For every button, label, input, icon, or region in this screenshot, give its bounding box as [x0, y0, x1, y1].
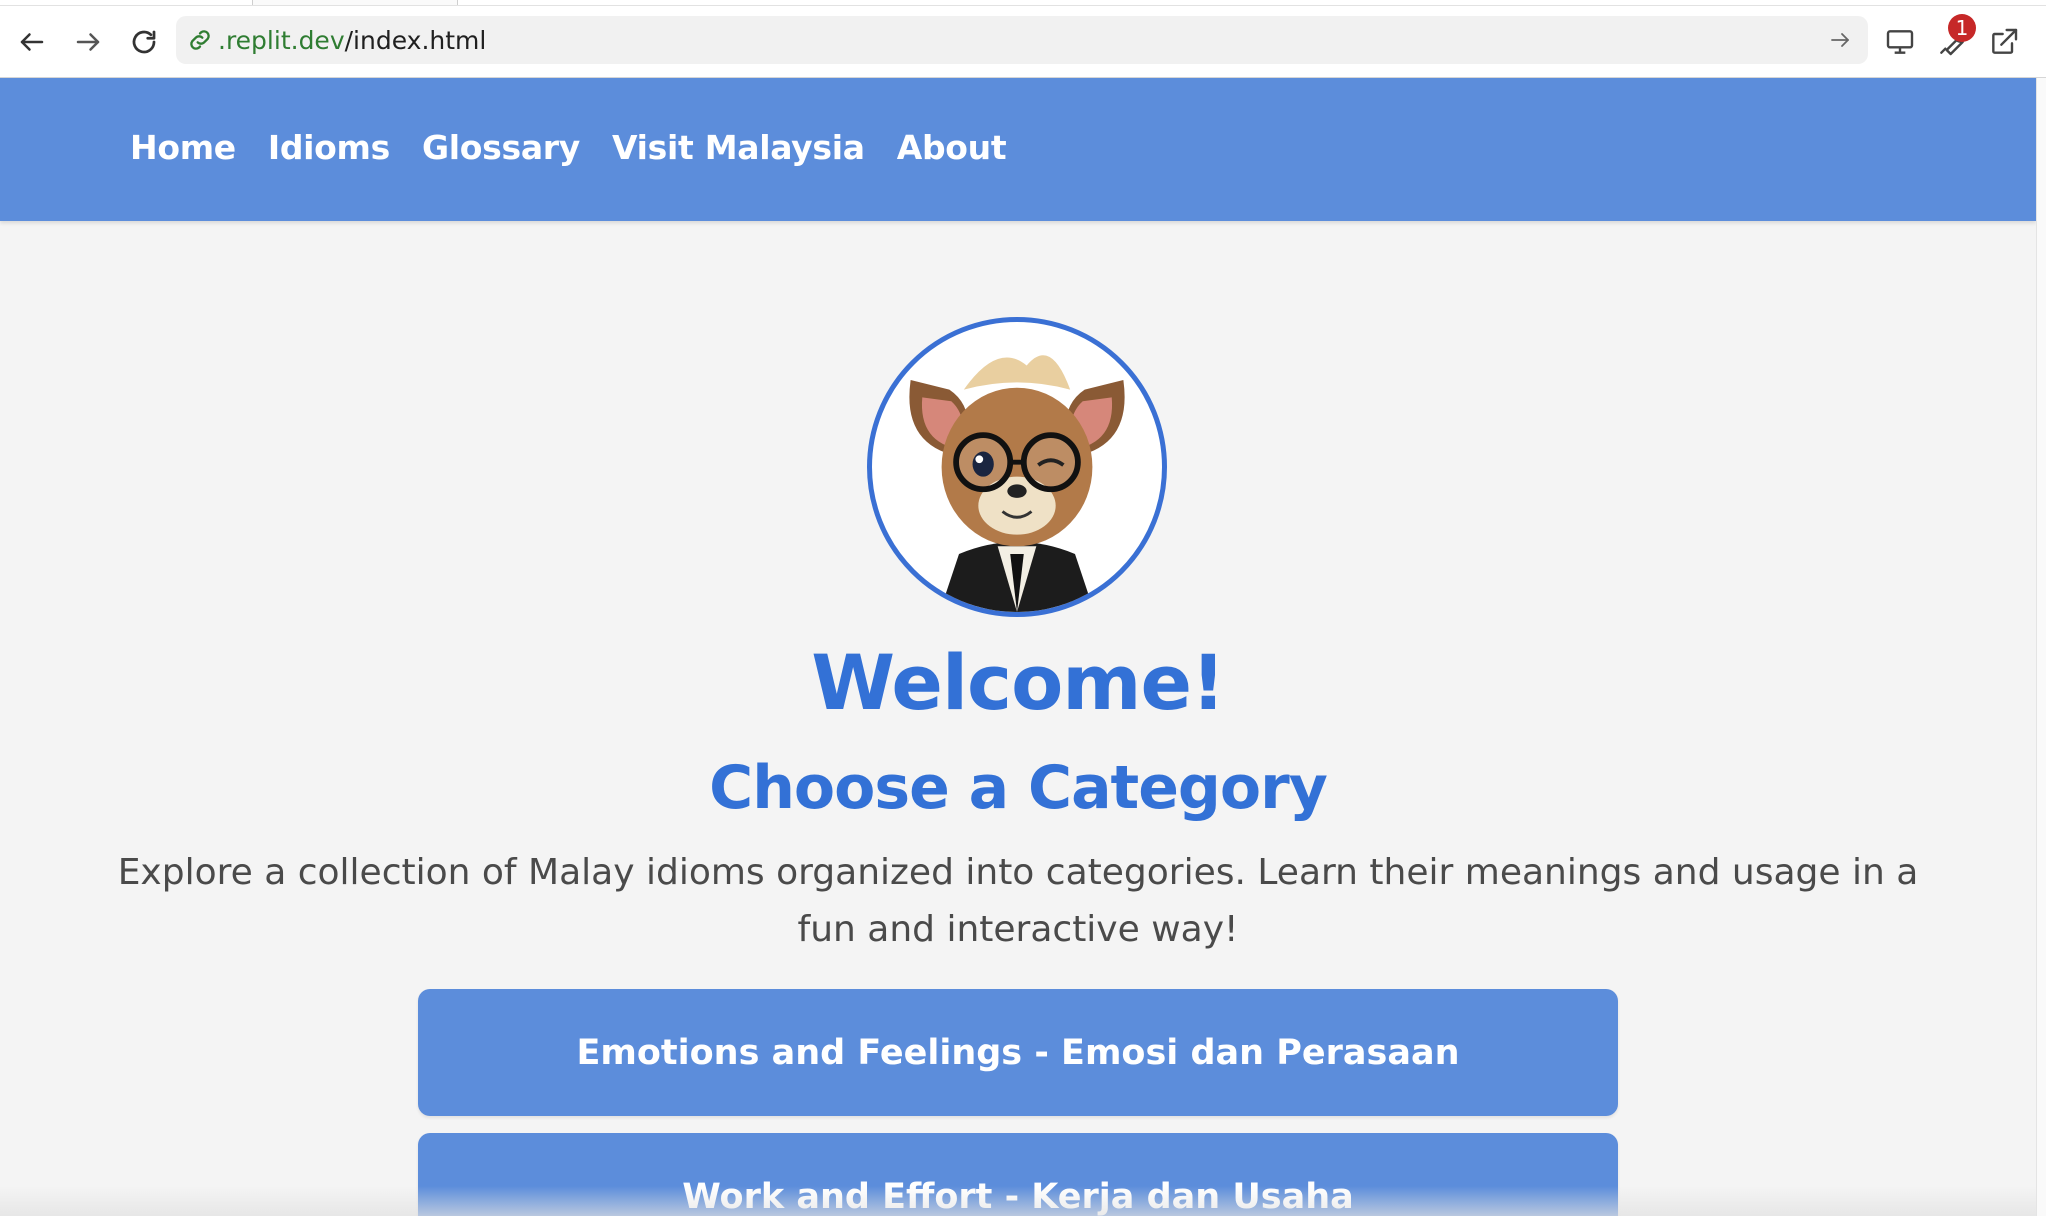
arrow-right-icon [76, 33, 100, 51]
url-path: /index.html [344, 25, 487, 55]
tab-strip-divider [0, 5, 2046, 6]
forward-button[interactable] [66, 20, 110, 64]
reload-button[interactable] [122, 20, 166, 64]
browser-toolbar: .replit.dev/index.html 1 [0, 0, 2046, 78]
reload-icon [132, 30, 156, 54]
nav-list: Home Idioms Glossary Visit Malaysia Abou… [130, 128, 1038, 167]
scrollbar-track[interactable] [2036, 78, 2046, 1216]
mascot-deer-image [909, 355, 1125, 612]
welcome-heading: Welcome! [811, 638, 1225, 727]
category-button-emotions[interactable]: Emotions and Feelings - Emosi dan Perasa… [418, 989, 1618, 1116]
mascot-avatar [867, 317, 1167, 617]
back-button[interactable] [10, 20, 54, 64]
intro-text: Explore a collection of Malay idioms org… [117, 852, 1919, 950]
devtools-button[interactable]: 1 [1930, 14, 1976, 64]
monitor-icon [1886, 30, 1914, 54]
link-icon [190, 30, 210, 50]
nav-item-home[interactable]: Home [130, 128, 236, 167]
open-new-tab-button[interactable] [1982, 20, 2026, 64]
notification-badge: 1 [1948, 14, 1976, 42]
page-viewport: Home Idioms Glossary Visit Malaysia Abou… [0, 78, 2036, 1216]
bottom-shadow [0, 1186, 2036, 1216]
site-navbar: Home Idioms Glossary Visit Malaysia Abou… [0, 78, 2036, 221]
device-preview-button[interactable] [1878, 20, 1922, 64]
url-domain: .replit.dev [218, 25, 345, 55]
nav-item-idioms[interactable]: Idioms [268, 128, 390, 167]
nav-item-about[interactable]: About [897, 128, 1007, 167]
nav-item-visit-malaysia[interactable]: Visit Malaysia [612, 128, 865, 167]
external-link-icon [1992, 28, 2018, 54]
go-arrow-icon[interactable] [1828, 28, 1852, 52]
address-bar[interactable]: .replit.dev/index.html [176, 16, 1868, 64]
arrow-left-icon [20, 33, 44, 51]
nav-item-glossary[interactable]: Glossary [422, 128, 580, 167]
choose-category-heading: Choose a Category [709, 753, 1328, 823]
